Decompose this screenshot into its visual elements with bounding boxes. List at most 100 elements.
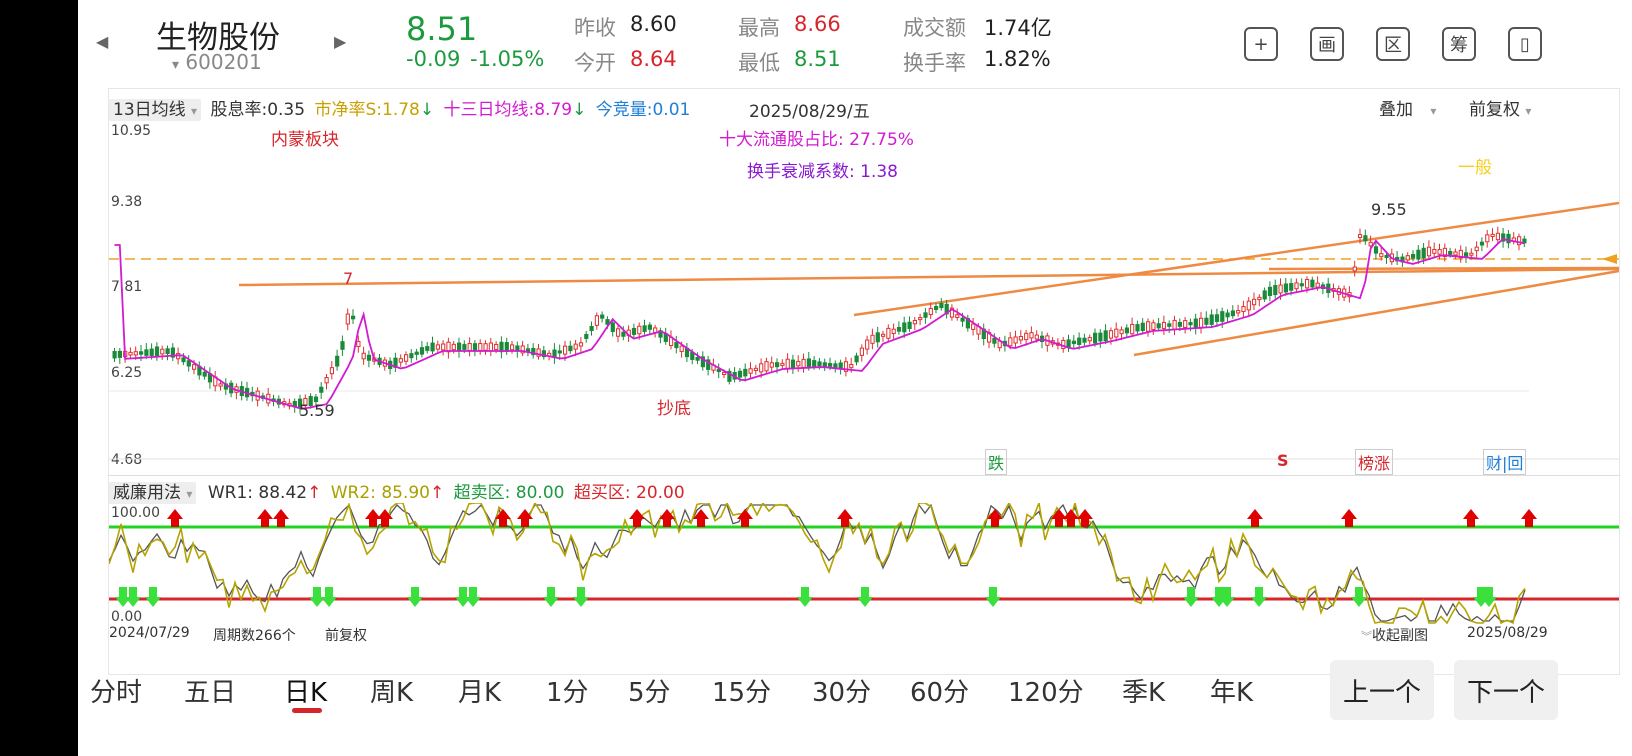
- candle: [870, 334, 875, 344]
- sell-signal-icon: [1521, 509, 1537, 527]
- filter-icon[interactable]: 筹: [1442, 27, 1476, 61]
- candle: [1474, 246, 1479, 252]
- candle: [160, 348, 165, 355]
- candle: [1236, 310, 1241, 314]
- low-label: 最低: [738, 51, 780, 75]
- candle: [817, 361, 822, 367]
- prev-stock-button[interactable]: 上一个: [1330, 660, 1434, 720]
- candle: [1485, 234, 1490, 243]
- candle: [912, 319, 917, 325]
- candle: [621, 331, 626, 337]
- candle: [1379, 253, 1384, 258]
- candle: [117, 350, 123, 358]
- candle: [1495, 232, 1501, 241]
- candle: [833, 363, 838, 368]
- candle: [1315, 282, 1320, 288]
- tab-intraday[interactable]: 分时: [90, 672, 142, 709]
- tab-monthly-k[interactable]: 月K: [458, 672, 501, 709]
- candle: [356, 340, 361, 348]
- candle: [483, 343, 488, 351]
- tab-yearly-k[interactable]: 年K: [1210, 672, 1253, 709]
- candle: [430, 342, 435, 352]
- candle: [462, 344, 467, 350]
- candle: [451, 343, 456, 351]
- candle: [128, 351, 133, 356]
- tab-30min[interactable]: 30分: [812, 672, 871, 709]
- candle: [1199, 317, 1204, 328]
- tab-120min[interactable]: 120分: [1008, 672, 1084, 709]
- candle: [1183, 320, 1188, 328]
- report-tag[interactable]: 财|回: [1483, 449, 1527, 475]
- tab-1min[interactable]: 1分: [546, 672, 589, 709]
- tab-daily-k[interactable]: 日K: [284, 672, 327, 709]
- candle: [1214, 314, 1220, 322]
- next-stock-arrow[interactable]: ▶: [334, 32, 346, 51]
- candle: [1209, 314, 1214, 325]
- collapse-sub-chart[interactable]: ︾收起副图: [1361, 625, 1428, 645]
- tab-quarterly-k[interactable]: 季K: [1122, 672, 1165, 709]
- candle: [992, 337, 997, 344]
- s-tag[interactable]: S: [1277, 451, 1289, 470]
- prev-stock-arrow[interactable]: ◀: [96, 32, 108, 51]
- candle: [324, 377, 329, 384]
- candle: [896, 327, 902, 332]
- candle: [435, 344, 440, 350]
- turnover-label: 换手率: [903, 51, 966, 75]
- candle: [1161, 321, 1167, 329]
- candle: [1294, 282, 1299, 290]
- candle: [340, 341, 345, 350]
- candle: [1119, 329, 1124, 335]
- candle: [1506, 233, 1511, 244]
- stock-code-row[interactable]: ▾ 600201: [172, 50, 262, 74]
- candle: [801, 358, 806, 368]
- candle: [1469, 252, 1474, 256]
- chart-panel: 13日均线 ▾ 股息率:0.35 市净率S:1.78↓ 十三日均线:8.79↓ …: [108, 88, 1620, 675]
- candle: [1453, 251, 1458, 256]
- buy-signal-icon: [1251, 587, 1267, 607]
- high-value: 8.66: [794, 12, 841, 36]
- price-marker-icon: [1602, 254, 1617, 264]
- candle: [722, 371, 727, 375]
- stock-code: 600201: [185, 50, 262, 74]
- range-icon[interactable]: 区: [1376, 27, 1410, 61]
- draw-icon[interactable]: 画: [1310, 27, 1344, 61]
- list-rise-tag[interactable]: 榜涨: [1355, 449, 1394, 475]
- general-label: 一般: [1458, 158, 1492, 178]
- tab-five-day[interactable]: 五日: [184, 672, 236, 709]
- candle: [1077, 337, 1082, 345]
- add-icon[interactable]: +: [1244, 27, 1278, 61]
- candle: [329, 367, 335, 375]
- switch-device-icon[interactable]: ▯: [1508, 27, 1542, 61]
- candle: [812, 360, 817, 367]
- prev-close-label: 昨收: [574, 16, 616, 40]
- buy-signal-icon: [543, 587, 559, 607]
- williams-chart[interactable]: [109, 503, 1619, 625]
- candle: [515, 345, 520, 352]
- fall-tag[interactable]: 跌: [985, 449, 1008, 475]
- tab-5min[interactable]: 5分: [628, 672, 671, 709]
- sell-signal-icon: [1341, 509, 1357, 527]
- tab-15min[interactable]: 15分: [712, 672, 771, 709]
- buy-signal-icon: [321, 587, 337, 607]
- tab-60min[interactable]: 60分: [910, 672, 969, 709]
- candle: [865, 339, 870, 350]
- candle: [854, 355, 859, 363]
- candle: [748, 368, 753, 374]
- code-caret-icon: ▾: [172, 57, 180, 73]
- candle: [1448, 251, 1453, 255]
- candle: [1172, 319, 1177, 330]
- candle: [828, 363, 833, 367]
- next-stock-button[interactable]: 下一个: [1454, 660, 1558, 720]
- candle: [1267, 286, 1273, 296]
- candle: [1283, 283, 1289, 293]
- buy-signal-icon: [125, 587, 141, 607]
- prev-close-value: 8.60: [630, 12, 677, 36]
- candle: [1464, 252, 1469, 257]
- sell-signal-icon: [1247, 509, 1263, 527]
- sub-indicator-select[interactable]: 威廉用法 ▾: [109, 482, 197, 504]
- candle: [759, 363, 764, 373]
- tab-weekly-k[interactable]: 周K: [370, 672, 413, 709]
- price-change-pct: -1.05%: [470, 47, 545, 71]
- buy-signal-icon: [407, 587, 423, 607]
- overbought-label: 超买区: 20.00: [573, 483, 685, 503]
